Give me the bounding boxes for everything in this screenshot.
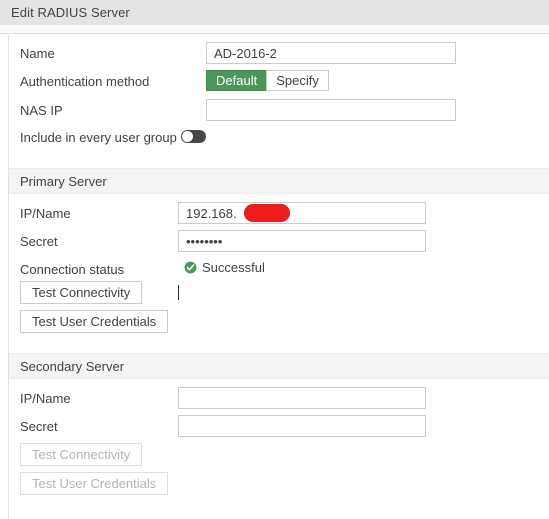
authentication-method-segmented-control[interactable]: Default Specify	[206, 70, 329, 91]
nas-ip-label: NAS IP	[20, 103, 63, 118]
dialog-body: Name Authentication method Default Speci…	[8, 35, 549, 519]
dialog-title-bar: Edit RADIUS Server	[0, 0, 549, 25]
secondary-server-section-title: Secondary Server	[20, 359, 125, 374]
secondary-server-section-header: Secondary Server	[9, 353, 549, 379]
auth-method-default-button[interactable]: Default	[206, 70, 268, 91]
name-input[interactable]	[206, 42, 456, 64]
secondary-ip-name-input[interactable]	[178, 387, 426, 409]
name-label: Name	[20, 46, 55, 61]
secondary-test-connectivity-button: Test Connectivity	[20, 443, 143, 466]
primary-connection-status-label: Connection status	[20, 262, 125, 277]
primary-ip-name-label: IP/Name	[20, 206, 71, 221]
authentication-method-label: Authentication method	[20, 74, 150, 89]
title-divider	[0, 25, 549, 34]
secondary-test-user-credentials-button: Test User Credentials	[20, 472, 169, 495]
primary-test-user-credentials-button[interactable]: Test User Credentials	[20, 310, 169, 333]
primary-server-section-header: Primary Server	[9, 168, 549, 194]
dialog-title: Edit RADIUS Server	[11, 5, 130, 20]
primary-connection-status-value: Successful	[202, 260, 265, 275]
primary-connection-status: Successful	[184, 260, 265, 275]
primary-server-section-title: Primary Server	[20, 174, 107, 189]
secondary-secret-label: Secret	[20, 419, 58, 434]
check-circle-icon	[184, 261, 197, 274]
edit-radius-server-dialog: Edit RADIUS Server Name Authentication m…	[0, 0, 549, 519]
nas-ip-input[interactable]	[206, 99, 456, 121]
text-caret	[178, 285, 179, 300]
include-in-every-user-group-toggle[interactable]	[181, 130, 206, 143]
primary-test-connectivity-button[interactable]: Test Connectivity	[20, 281, 143, 304]
primary-secret-label: Secret	[20, 234, 58, 249]
include-in-every-user-group-label: Include in every user group	[20, 130, 177, 145]
secondary-secret-input[interactable]	[178, 415, 426, 437]
primary-ip-name-input[interactable]	[178, 202, 426, 224]
auth-method-specify-button[interactable]: Specify	[266, 70, 329, 91]
secondary-ip-name-label: IP/Name	[20, 391, 71, 406]
toggle-knob	[182, 131, 193, 142]
primary-secret-input[interactable]	[178, 230, 426, 252]
